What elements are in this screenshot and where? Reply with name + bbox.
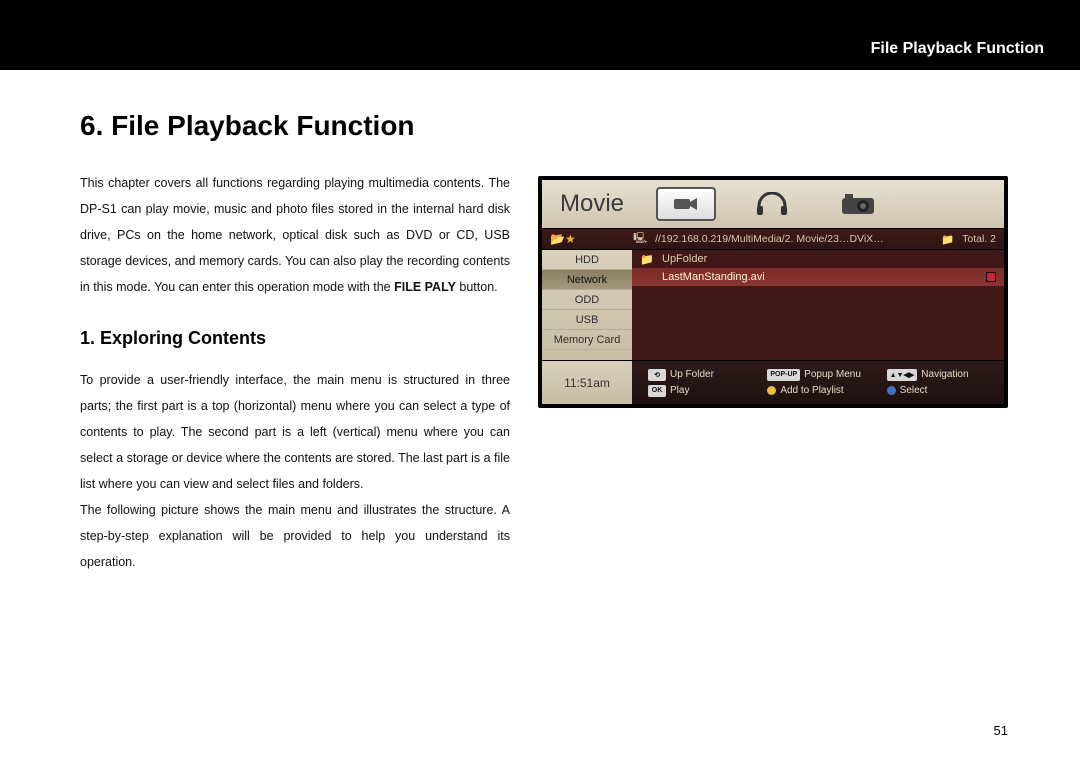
intro-text-a: This chapter covers all functions regard…: [80, 176, 510, 294]
file-row-upfolder[interactable]: 📁 UpFolder: [632, 250, 1004, 268]
stop-indicator-icon: [986, 272, 996, 282]
movie-tab[interactable]: [656, 187, 716, 221]
fav-star-icon[interactable]: 📂★: [550, 232, 576, 246]
hint-bar: 11:51am ⟲Up Folder POP-UPPopup Menu ▲▼◀▶…: [542, 360, 1004, 404]
headphones-icon: [755, 192, 789, 216]
hint-select: Select: [887, 385, 996, 397]
current-path: //192.168.0.219/MultiMedia/2. Movie/23…D…: [655, 233, 884, 245]
section-heading: 1. Exploring Contents: [80, 328, 510, 349]
camcorder-icon: [673, 195, 699, 213]
hint-navigation: ▲▼◀▶Navigation: [887, 369, 996, 381]
file-list: 📁 UpFolder LastManStanding.avi: [632, 250, 1004, 360]
sidebar-item-network[interactable]: Network: [542, 270, 632, 290]
hint-upfolder: ⟲Up Folder: [648, 369, 757, 381]
folder-icon: 📁: [640, 253, 654, 266]
followup-paragraph: The following picture shows the main men…: [80, 497, 510, 575]
music-tab[interactable]: [742, 187, 802, 221]
file-name: UpFolder: [662, 253, 707, 265]
hint-add-playlist: Add to Playlist: [767, 385, 876, 397]
sidebar-item-hdd[interactable]: HDD: [542, 250, 632, 270]
intro-text-b: button.: [456, 280, 498, 294]
total-count: Total. 2: [962, 233, 996, 245]
photo-tab[interactable]: [828, 187, 888, 221]
page-heading: 6. File Playback Function: [80, 110, 510, 142]
hint-popup: POP-UPPopup Menu: [767, 369, 876, 381]
device-top-bar: Movie: [542, 180, 1004, 228]
sidebar-item-memorycard[interactable]: Memory Card: [542, 330, 632, 350]
file-row-selected[interactable]: LastManStanding.avi: [632, 268, 1004, 286]
device-sidebar: HDD Network ODD USB Memory Card: [542, 250, 632, 360]
intro-paragraph: This chapter covers all functions regard…: [80, 170, 510, 300]
sidebar-item-usb[interactable]: USB: [542, 310, 632, 330]
file-name: LastManStanding.avi: [662, 271, 978, 283]
file-play-keyword: FILE PALY: [394, 280, 456, 294]
network-drive-icon: 🖳: [633, 230, 647, 248]
device-screenshot: Movie 📂★ 🖳 //192.168.0.219/MultiMedia/2.…: [538, 176, 1008, 408]
sidebar-item-odd[interactable]: ODD: [542, 290, 632, 310]
header-title: File Playback Function: [871, 40, 1044, 58]
page-number: 51: [994, 723, 1008, 738]
structure-paragraph: To provide a user-friendly interface, th…: [80, 367, 510, 497]
clock: 11:51am: [542, 361, 632, 404]
path-bar: 📂★ 🖳 //192.168.0.219/MultiMedia/2. Movie…: [542, 228, 1004, 250]
folder-total-icon: 📁: [941, 233, 954, 246]
camera-icon: [841, 193, 875, 215]
hint-play: OKPlay: [648, 385, 757, 397]
media-mode-title: Movie: [554, 190, 630, 218]
